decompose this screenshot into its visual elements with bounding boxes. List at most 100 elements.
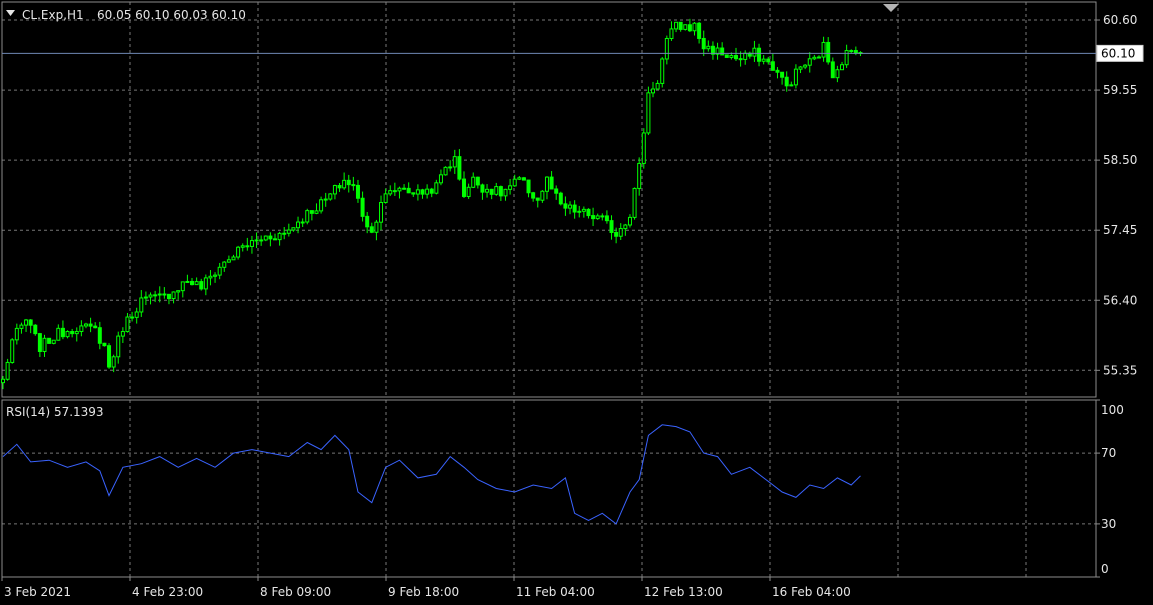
candle-body [535,197,540,201]
candle-body [83,323,88,327]
candle-body [162,293,167,296]
candle-body [752,47,757,57]
candle-body [789,84,794,87]
candle-body [757,47,762,62]
candle-body [116,335,121,358]
time-axis-label: 16 Feb 04:00 [772,585,851,599]
candle-body [503,188,508,197]
candle-body [480,184,485,193]
candle-body [729,55,734,58]
rsi-tick-label: 70 [1101,446,1116,460]
candle-body [291,227,296,231]
candle-body [328,193,333,200]
candle-body [365,215,370,228]
candles-series [1,18,863,390]
candle-body [586,208,591,217]
candle-body [526,179,531,194]
candle-body [369,226,374,233]
price-tick-label: 60.60 [1103,13,1137,27]
candle-body [651,88,656,94]
candle-body [517,177,522,180]
candle-body [323,198,328,201]
price-tick-label: 57.45 [1103,223,1137,237]
current-price-label: 60.10 [1101,46,1135,60]
candle-body [185,280,190,283]
candle-body [793,68,798,86]
candle-body [213,274,218,277]
symbol-label: CL.Exp,H1 [22,8,84,22]
candle-body [632,187,637,218]
candle-body [494,186,499,195]
candle-body [305,210,310,223]
candle-body [102,342,107,347]
candle-body [24,319,29,326]
candle-body [512,178,517,187]
candle-body [33,324,38,335]
candle-body [568,204,573,209]
candle-body [627,216,632,226]
candle-body [277,232,282,241]
price-panel-frame [1,1,1097,398]
chart-svg[interactable]: 60.60 59.55 58.50 57.45 56.40 55.35 100 70 30 0 3 … [0,0,1153,605]
candle-body [674,21,679,30]
candle-body [70,331,75,335]
candle-body [236,246,241,258]
candle-body [641,132,646,164]
candle-body [351,184,356,187]
chart-menu-triangle-icon[interactable] [6,10,15,16]
candle-body [697,22,702,39]
rsi-tick-label: 100 [1101,403,1124,417]
current-price-tag: 60.10 [1096,44,1144,62]
candle-body [240,245,245,248]
candle-body [1,378,5,384]
candle-body [397,187,402,192]
candle-body [47,337,52,344]
candle-body [609,220,614,233]
candle-body [466,186,471,197]
candle-body [171,291,176,300]
candle-body [134,311,139,318]
candle-body [604,215,609,222]
chart-shift-marker-icon[interactable] [883,4,899,12]
candle-body [425,188,430,195]
candle-body [130,316,135,319]
candle-body [475,176,480,186]
candle-body [429,188,434,194]
candle-body [259,239,264,242]
candle-body [148,294,153,298]
candle-body [572,204,577,213]
candle-body [853,50,858,54]
candle-body [664,38,669,60]
candle-body [231,256,236,261]
chart-window[interactable]: 60.60 59.55 58.50 57.45 56.40 55.35 100 70 30 0 3 … [0,0,1153,605]
candle-body [60,327,65,338]
candle-body [166,293,171,300]
candle-body [457,156,462,180]
candle-body [383,193,388,203]
candle-body [646,92,651,134]
time-axis-label: 12 Feb 13:00 [644,585,723,599]
price-tick-label: 56.40 [1103,293,1137,307]
candle-body [724,54,729,58]
candle-body [803,64,808,68]
price-tick-label: 58.50 [1103,153,1137,167]
candle-body [51,339,56,344]
candle-body [637,162,642,189]
candle-body [443,166,448,176]
candle-body [420,189,425,195]
candle-body [766,58,771,63]
candle-body [531,192,536,199]
rsi-series [2,424,861,525]
candle-body [208,275,213,279]
candle-body [485,188,490,193]
candle-body [28,319,33,326]
candle-body [111,356,116,368]
candle-body [249,240,254,247]
candle-body [784,76,789,87]
candle-body [272,238,277,241]
candle-body [346,179,351,186]
candle-body [309,210,314,214]
candle-body [79,325,84,333]
candle-body [558,192,563,205]
candle-body [595,215,600,220]
